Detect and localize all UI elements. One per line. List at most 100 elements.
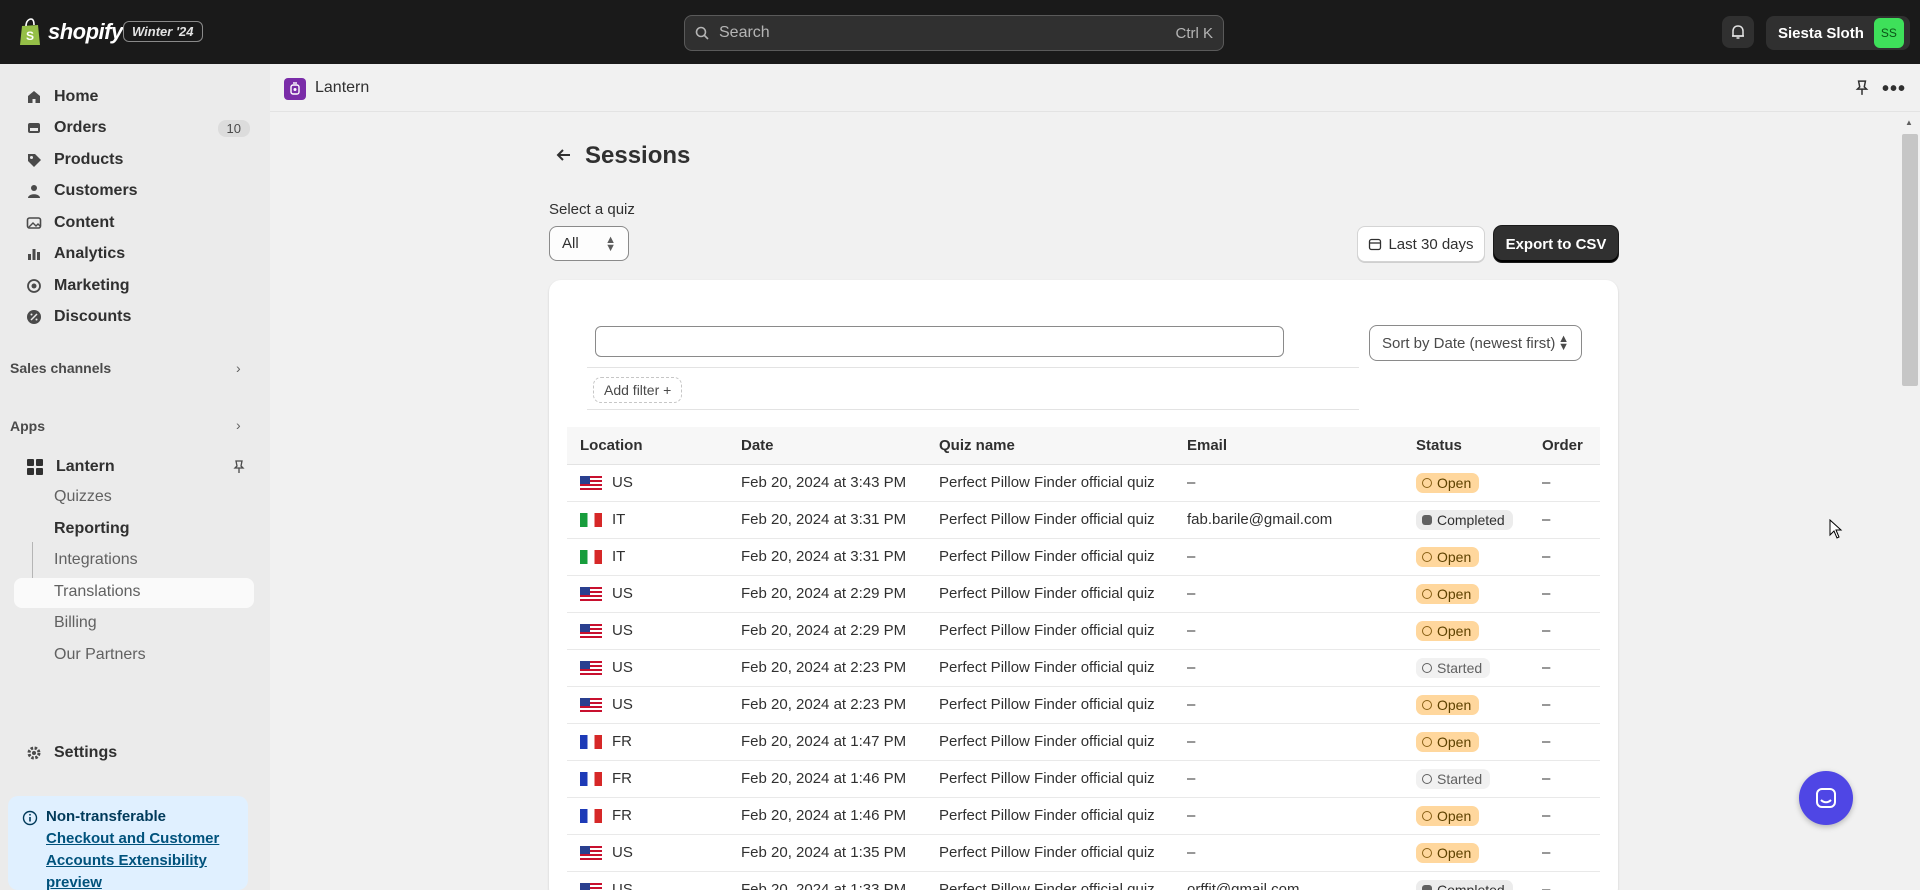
cell-date: Feb 20, 2024 at 3:31 PM [728, 538, 926, 576]
sidebar-item-integrations[interactable]: Integrations [54, 551, 138, 569]
sidebar-item-label: Analytics [54, 245, 126, 262]
cell-order: – [1529, 723, 1600, 761]
sidebar-item-label: Products [54, 151, 124, 168]
sidebar-item-home[interactable]: Home [14, 82, 254, 112]
status-badge: Open [1416, 842, 1480, 863]
cell-date: Feb 20, 2024 at 1:46 PM [728, 797, 926, 835]
column-header-status[interactable]: Status [1403, 427, 1529, 465]
column-header-location[interactable]: Location [567, 427, 728, 465]
apps-heading[interactable]: Apps [10, 418, 45, 434]
sidebar-item-discounts[interactable]: Discounts [14, 302, 254, 332]
divider [587, 409, 1359, 410]
info-banner: Non-transferable Checkout and Customer A… [8, 796, 248, 890]
quiz-select-label: Select a quiz [549, 201, 635, 218]
flag-icon [580, 845, 602, 860]
status-dot-icon [1422, 847, 1432, 858]
column-header-email[interactable]: Email [1174, 427, 1403, 465]
sidebar-item-settings[interactable]: Settings [14, 738, 254, 768]
cell-email: – [1174, 834, 1403, 872]
more-actions-icon[interactable]: ••• [1882, 78, 1906, 101]
pin-icon[interactable] [1854, 80, 1870, 96]
cell-quiz-name: Perfect Pillow Finder official quiz [926, 538, 1174, 576]
sidebar-item-billing[interactable]: Billing [54, 614, 97, 632]
sidebar-item-quizzes[interactable]: Quizzes [54, 488, 112, 506]
cell-email: – [1174, 797, 1403, 835]
sidebar-item-customers[interactable]: Customers [14, 176, 254, 206]
location-code: US [612, 659, 633, 676]
table-row[interactable]: US Feb 20, 2024 at 3:43 PM Perfect Pillow … [567, 464, 1600, 502]
sidebar-item-translations[interactable]: Translations [54, 583, 141, 601]
user-menu[interactable]: Siesta Sloth SS [1766, 16, 1910, 50]
table-row[interactable]: US Feb 20, 2024 at 1:35 PM Perfect Pillow … [567, 834, 1600, 872]
table-row[interactable]: US Feb 20, 2024 at 1:33 PM Perfect Pillow … [567, 871, 1600, 890]
scroll-up-arrow-icon[interactable]: ▲ [1905, 118, 1913, 127]
chat-support-button[interactable] [1799, 771, 1853, 825]
chevron-right-icon[interactable]: › [236, 417, 241, 433]
column-header-order[interactable]: Order [1529, 427, 1600, 465]
cell-quiz-name: Perfect Pillow Finder official quiz [926, 649, 1174, 687]
sidebar-item-lantern[interactable]: Lantern [14, 452, 254, 482]
table-row[interactable]: US Feb 20, 2024 at 2:29 PM Perfect Pillow … [567, 575, 1600, 613]
cell-order: – [1529, 871, 1600, 890]
flag-icon [580, 586, 602, 601]
table-row[interactable]: IT Feb 20, 2024 at 3:31 PM Perfect Pillow … [567, 501, 1600, 539]
add-filter-button[interactable]: Add filter + [593, 377, 683, 403]
filter-search-input[interactable] [595, 326, 1284, 357]
table-row[interactable]: IT Feb 20, 2024 at 3:31 PM Perfect Pillow … [567, 538, 1600, 576]
shopify-logo[interactable]: S shopify [18, 18, 123, 46]
location-code: US [612, 622, 633, 639]
sidebar-item-content[interactable]: Content [14, 208, 254, 238]
table-row[interactable]: FR Feb 20, 2024 at 1:46 PM Perfect Pillow … [567, 760, 1600, 798]
cell-quiz-name: Perfect Pillow Finder official quiz [926, 834, 1174, 872]
apps-grid-icon [27, 459, 43, 475]
sales-channels-heading[interactable]: Sales channels [10, 360, 111, 376]
sidebar-item-analytics[interactable]: Analytics [14, 239, 254, 269]
table-row[interactable]: FR Feb 20, 2024 at 1:47 PM Perfect Pillow … [567, 723, 1600, 761]
status-badge: Completed [1416, 879, 1513, 890]
search-input[interactable]: Search Ctrl K [684, 15, 1224, 51]
status-dot-icon [1422, 662, 1432, 673]
sidebar-item-products[interactable]: Products [14, 145, 254, 175]
cell-date: Feb 20, 2024 at 3:43 PM [728, 464, 926, 502]
status-label: Open [1437, 622, 1472, 639]
notifications-button[interactable] [1722, 16, 1754, 48]
flag-icon [580, 623, 602, 638]
back-arrow-icon[interactable] [555, 146, 573, 164]
column-header-date[interactable]: Date [728, 427, 926, 465]
scrollbar-thumb[interactable] [1902, 134, 1918, 386]
pin-icon[interactable] [232, 460, 246, 474]
sidebar-item-orders[interactable]: Orders 10 [14, 113, 254, 143]
cell-quiz-name: Perfect Pillow Finder official quiz [926, 612, 1174, 650]
sort-select[interactable]: Sort by Date (newest first) ▲ ▼ [1369, 325, 1582, 361]
table-row[interactable]: FR Feb 20, 2024 at 1:46 PM Perfect Pillow … [567, 797, 1600, 835]
cell-status: Started [1403, 760, 1529, 798]
status-label: Started [1437, 770, 1483, 787]
cell-order: – [1529, 686, 1600, 724]
chevron-right-icon[interactable]: › [236, 360, 241, 376]
column-header-quiz-name[interactable]: Quiz name [926, 427, 1174, 465]
sidebar-item-marketing[interactable]: Marketing [14, 271, 254, 301]
date-range-button[interactable]: Last 30 days [1357, 226, 1485, 262]
status-badge: Open [1416, 731, 1480, 752]
cell-location: FR [567, 760, 728, 798]
flag-icon [580, 512, 602, 527]
export-csv-button[interactable]: Export to CSV [1494, 226, 1618, 262]
status-label: Open [1437, 844, 1472, 861]
status-badge: Completed [1416, 509, 1513, 530]
shopify-bag-icon: S [20, 18, 40, 45]
banner-link[interactable]: Checkout and Customer Accounts Extensibi… [46, 828, 238, 890]
cell-location: US [567, 686, 728, 724]
table-row[interactable]: US Feb 20, 2024 at 2:29 PM Perfect Pillow … [567, 612, 1600, 650]
sidebar-item-our-partners[interactable]: Our Partners [54, 646, 146, 664]
status-dot-icon [1422, 514, 1432, 525]
cell-status: Open [1403, 538, 1529, 576]
table-row[interactable]: US Feb 20, 2024 at 2:23 PM Perfect Pillow … [567, 686, 1600, 724]
target-icon [27, 279, 41, 293]
search-shortcut: Ctrl K [1175, 24, 1214, 42]
table-row[interactable]: US Feb 20, 2024 at 2:23 PM Perfect Pillow … [567, 649, 1600, 687]
edition-badge[interactable]: Winter '24 [123, 21, 203, 42]
sidebar-item-reporting[interactable]: Reporting [54, 520, 130, 538]
status-dot-icon [1422, 551, 1432, 562]
quiz-select[interactable]: All ▲ ▼ [549, 226, 629, 261]
cell-location: US [567, 834, 728, 872]
